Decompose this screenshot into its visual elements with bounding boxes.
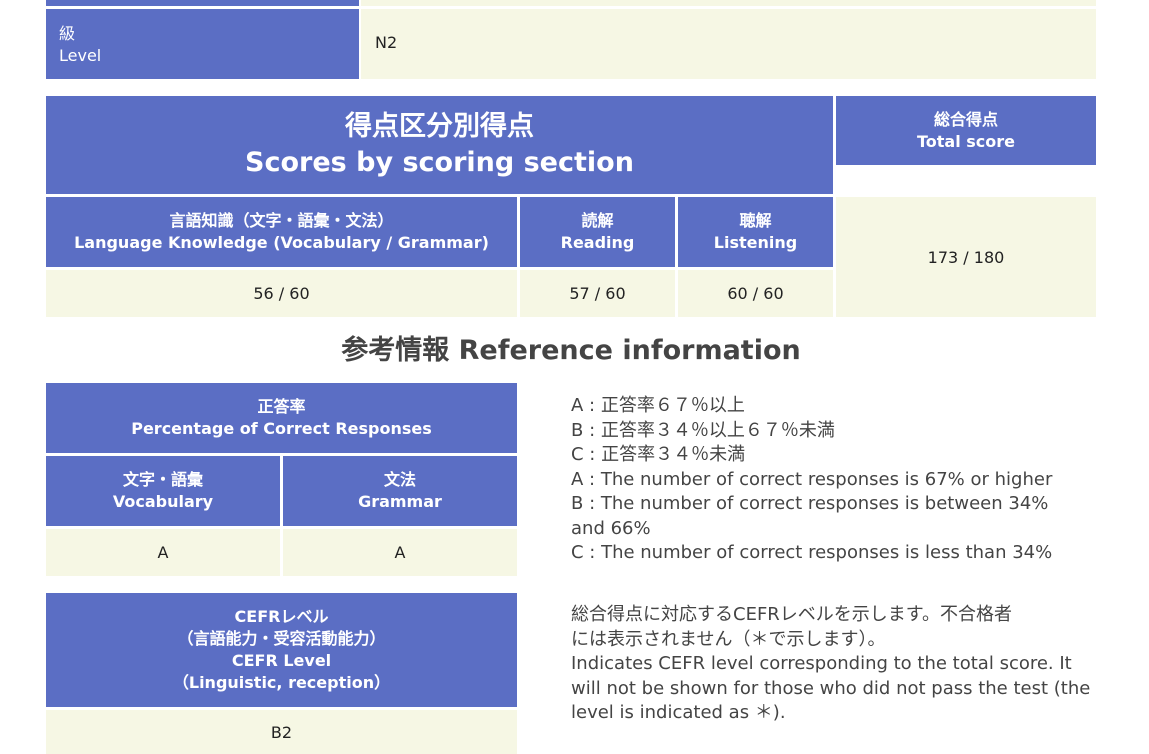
section-label-ja: 読解: [581, 211, 614, 230]
grade-notes: A : 正答率６７％以上 B : 正答率３４％以上６７％未満 C : 正答率３４…: [571, 394, 1101, 566]
reference-title: 参考情報 Reference information: [341, 335, 801, 366]
section-header-listening: 聴解 Listening: [678, 197, 833, 267]
cefr-note-line: 総合得点に対応するCEFRレベルを示します。不合格者: [571, 604, 1012, 625]
vocabulary-header: 文字・語彙 Vocabulary: [46, 456, 280, 526]
cefr-label-line: （言語能力・受容活動能力）: [177, 629, 386, 648]
vocabulary-grade: A: [157, 543, 169, 562]
scores-title-ja: 得点区分別得点: [345, 111, 534, 142]
percentage-label-en: Percentage of Correct Responses: [131, 419, 432, 438]
section-value-listening: 60 / 60: [678, 270, 833, 317]
grade-note-line: B : The number of correct responses is b…: [571, 493, 1049, 514]
section-label-en: Language Knowledge (Vocabulary / Grammar…: [74, 233, 489, 252]
cefr-label-line: （Linguistic, reception）: [172, 673, 391, 692]
grade-note-line: B : 正答率３４％以上６７％未満: [571, 419, 835, 441]
column-label-ja: 文法: [383, 470, 416, 489]
level-label-en: Level: [59, 46, 102, 65]
column-label-ja: 文字・語彙: [122, 470, 203, 489]
score-value: 60 / 60: [727, 284, 784, 303]
cefr-notes: 総合得点に対応するCEFRレベルを示します。不合格者 には表示されません（＊で示…: [571, 603, 1101, 726]
column-label-en: Grammar: [358, 492, 442, 511]
cefr-header: CEFRレベル （言語能力・受容活動能力） CEFR Level （Lingui…: [46, 593, 517, 707]
section-value-reading: 57 / 60: [520, 270, 675, 317]
score-value: 56 / 60: [253, 284, 310, 303]
grade-note-line: C : The number of correct responses is l…: [571, 542, 1053, 563]
percentage-label-ja: 正答率: [257, 397, 306, 416]
level-label-cell: 級 Level: [46, 9, 359, 79]
section-value-language-knowledge: 56 / 60: [46, 270, 517, 317]
total-score-value-cell: 173 / 180: [836, 197, 1096, 317]
cefr-note-line: level is indicated as ＊).: [571, 702, 786, 723]
level-label-ja: 級: [59, 24, 76, 43]
total-score-header: 総合得点 Total score: [836, 96, 1096, 165]
cefr-note-line: will not be shown for those who did not …: [571, 677, 1091, 699]
prev-row-cell-sliver: [361, 0, 1096, 6]
level-value: N2: [375, 33, 398, 52]
grammar-header: 文法 Grammar: [283, 456, 517, 526]
level-value-cell: N2: [361, 9, 1096, 79]
vocabulary-grade-cell: A: [46, 529, 280, 576]
section-header-language-knowledge: 言語知識（文字・語彙・文法） Language Knowledge (Vocab…: [46, 197, 517, 267]
section-label-ja: 言語知識（文字・語彙・文法）: [169, 211, 394, 230]
grammar-grade: A: [394, 543, 406, 562]
percentage-header: 正答率 Percentage of Correct Responses: [46, 383, 517, 453]
cefr-label-line: CEFRレベル: [234, 607, 329, 626]
section-header-reading: 読解 Reading: [520, 197, 675, 267]
grade-note-line: A : The number of correct responses is 6…: [571, 468, 1053, 490]
cefr-note-line: には表示されません（＊で示します）。: [571, 628, 886, 650]
grade-note-line: A : 正答率６７％以上: [571, 395, 745, 416]
cefr-value: B2: [270, 722, 293, 742]
total-score-value: 173 / 180: [927, 247, 1005, 267]
grammar-grade-cell: A: [283, 529, 517, 576]
grade-note-line: and 66%: [571, 517, 651, 539]
section-label-ja: 聴解: [739, 211, 772, 230]
grade-note-line: C : 正答率３４％未満: [571, 444, 746, 465]
scores-title-en: Scores by scoring section: [245, 147, 634, 178]
column-label-en: Vocabulary: [112, 492, 214, 511]
cefr-note-line: Indicates CEFR level corresponding to th…: [571, 653, 1072, 674]
total-score-label-en: Total score: [916, 131, 1016, 151]
cefr-value-cell: B2: [46, 710, 517, 754]
score-value: 57 / 60: [569, 284, 626, 303]
section-label-en: Reading: [560, 233, 635, 252]
total-score-label-ja: 総合得点: [933, 109, 998, 129]
prev-row-header-sliver: [46, 0, 359, 6]
scores-section-header: 得点区分別得点 Scores by scoring section: [46, 96, 833, 194]
cefr-label-line: CEFR Level: [231, 651, 332, 670]
section-label-en: Listening: [713, 233, 798, 252]
